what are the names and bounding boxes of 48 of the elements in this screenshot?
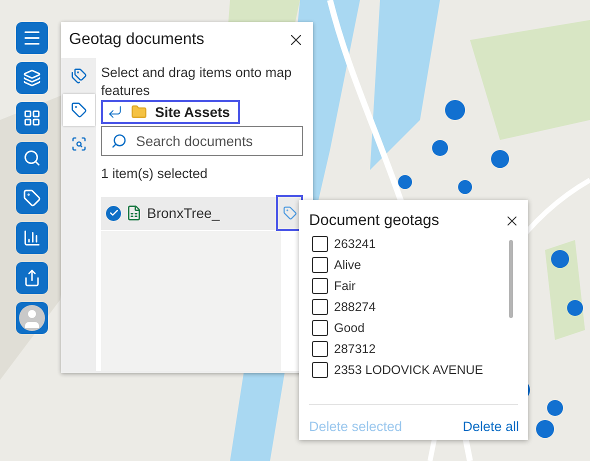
layers-icon [23,69,41,87]
search-icon [23,149,41,167]
chart-button[interactable] [16,222,48,254]
checkbox[interactable] [312,362,328,378]
spreadsheet-icon [126,205,142,221]
tag-icon [23,189,41,207]
folder-name: Site Assets [155,104,230,120]
panel-tab[interactable] [63,94,95,126]
tag-label: 288274 [334,299,376,315]
tag-label: Good [334,320,365,336]
grid-button[interactable] [16,102,48,134]
tag-label: 263241 [334,236,376,252]
delete-all-button[interactable]: Delete all [462,419,519,434]
checkbox[interactable] [312,236,328,252]
checkbox[interactable] [312,341,328,357]
selection-count: 1 item(s) selected [101,166,209,181]
search-field[interactable]: Search documents [101,126,303,156]
checkbox[interactable] [312,278,328,294]
tag-button[interactable] [16,182,48,214]
popup-title: Document geotags [309,212,440,230]
share-icon [23,269,41,287]
tag-label: Alive [334,257,362,273]
checkbox[interactable] [312,257,328,273]
tag-icon [71,102,87,118]
document-row[interactable]: BronxTree_ [101,196,276,230]
checkbox[interactable] [312,320,328,336]
tag-label: 2353 LODOVICK AVENUE [334,362,484,378]
search-icon [111,133,127,149]
panel-title: Geotag documents [69,31,204,49]
share-button[interactable] [16,262,48,294]
tag-label: 287312 [334,341,376,357]
menu-button[interactable] [16,22,48,54]
back-button[interactable] [107,104,123,120]
avatar-icon [19,305,45,331]
grid-icon [23,109,41,127]
chart-icon [23,229,41,247]
scrollbar[interactable] [509,240,513,318]
layers-button[interactable] [16,62,48,94]
checkbox[interactable] [312,299,328,315]
tag-icon [282,206,296,220]
document-name: BronxTree_ [147,205,220,221]
folder-icon [131,104,147,120]
instruction-text: Select and drag items onto map features [101,64,293,100]
search-button[interactable] [16,142,48,174]
tags-icon [71,68,87,84]
tag-label: Fair [334,278,356,294]
profile-button[interactable] [16,302,48,334]
search-icon [71,136,87,152]
